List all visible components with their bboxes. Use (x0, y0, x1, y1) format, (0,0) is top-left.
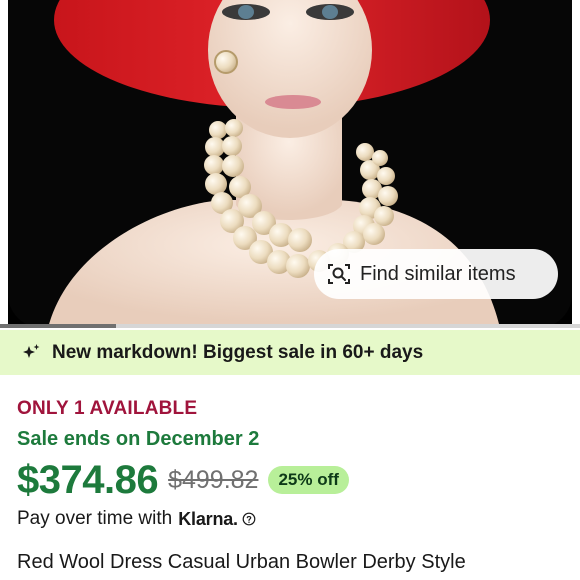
find-similar-button[interactable]: Find similar items (314, 249, 558, 299)
markdown-banner: New markdown! Biggest sale in 60+ days (0, 330, 580, 375)
carousel-edge (0, 0, 8, 328)
sale-ends-label: Sale ends on December 2 (17, 428, 260, 450)
pay-over-time[interactable]: Pay over time with Klarna. (17, 508, 256, 530)
carousel-scrollbar[interactable] (0, 324, 580, 328)
original-price: $499.82 (168, 465, 259, 494)
discount-badge: 25% off (268, 466, 349, 494)
klarna-logo: Klarna. (178, 508, 238, 529)
carousel-scroll-thumb[interactable] (0, 324, 116, 328)
visual-search-icon (326, 261, 352, 287)
markdown-banner-text: New markdown! Biggest sale in 60+ days (52, 341, 424, 363)
product-image-carousel[interactable]: Find similar items (0, 0, 580, 328)
find-similar-label: Find similar items (360, 262, 516, 285)
price-row: $374.86 $499.82 25% off (17, 458, 349, 502)
carousel-edge (572, 0, 580, 328)
pay-over-time-label: Pay over time with (17, 508, 173, 529)
help-circle-icon[interactable] (242, 512, 256, 526)
availability-label: ONLY 1 AVAILABLE (17, 398, 198, 419)
current-price: $374.86 (17, 457, 159, 502)
listing-title: Red Wool Dress Casual Urban Bowler Derby… (17, 551, 466, 573)
sparkle-icon (23, 343, 40, 358)
